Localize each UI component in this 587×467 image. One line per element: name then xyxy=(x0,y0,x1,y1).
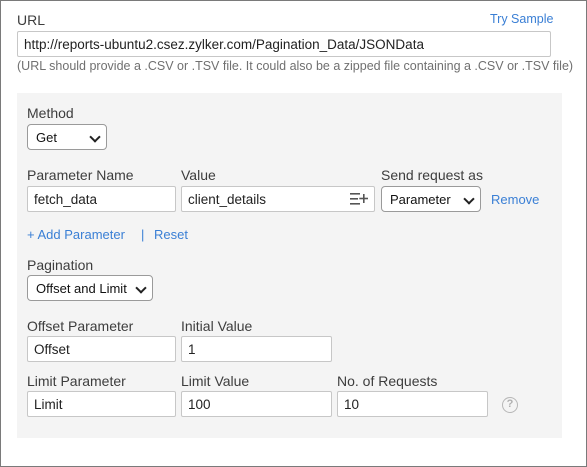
limit-value-input[interactable]: 100 xyxy=(181,391,332,417)
initial-value-label: Initial Value xyxy=(181,318,253,334)
help-icon[interactable]: ? xyxy=(502,397,518,413)
method-label: Method xyxy=(27,105,74,121)
url-label: URL xyxy=(17,12,46,28)
method-select[interactable]: Get xyxy=(27,124,107,150)
limit-parameter-input[interactable]: Limit xyxy=(27,391,176,417)
add-parameter-link[interactable]: + Add Parameter xyxy=(27,227,125,242)
parameter-value-input[interactable]: client_details xyxy=(181,186,375,212)
remove-parameter-link[interactable]: Remove xyxy=(491,192,539,207)
settings-panel: Method Get Parameter Name Value Send req… xyxy=(17,93,562,438)
limit-value-label: Limit Value xyxy=(181,373,250,389)
offset-parameter-label: Offset Parameter xyxy=(27,318,134,334)
try-sample-link[interactable]: Try Sample xyxy=(490,12,553,26)
chevron-down-icon xyxy=(135,282,147,294)
limit-parameter-label: Limit Parameter xyxy=(27,373,126,389)
pagination-select[interactable]: Offset and Limit xyxy=(27,275,153,301)
pagination-select-value: Offset and Limit xyxy=(36,281,127,296)
form-frame: URL Try Sample http://reports-ubuntu2.cs… xyxy=(0,0,587,467)
send-as-select[interactable]: Parameter xyxy=(381,186,481,212)
send-as-value: Parameter xyxy=(390,192,451,207)
insert-field-icon[interactable] xyxy=(350,192,368,206)
url-hint: (URL should provide a .CSV or .TSV file.… xyxy=(17,59,574,73)
method-select-value: Get xyxy=(36,130,57,145)
chevron-down-icon xyxy=(89,131,101,143)
value-header: Value xyxy=(181,167,216,183)
link-separator: | xyxy=(141,227,145,242)
parameter-value-text: client_details xyxy=(188,192,267,207)
reset-link[interactable]: Reset xyxy=(154,227,188,242)
url-input[interactable]: http://reports-ubuntu2.csez.zylker.com/P… xyxy=(17,31,551,57)
chevron-down-icon xyxy=(463,193,475,205)
requests-label: No. of Requests xyxy=(337,373,438,389)
send-request-header: Send request as xyxy=(381,167,483,183)
parameter-name-input[interactable]: fetch_data xyxy=(27,186,176,212)
parameter-name-header: Parameter Name xyxy=(27,167,134,183)
requests-input[interactable]: 10 xyxy=(337,391,488,417)
pagination-label: Pagination xyxy=(27,257,94,273)
initial-value-input[interactable]: 1 xyxy=(181,336,332,362)
offset-parameter-input[interactable]: Offset xyxy=(27,336,176,362)
